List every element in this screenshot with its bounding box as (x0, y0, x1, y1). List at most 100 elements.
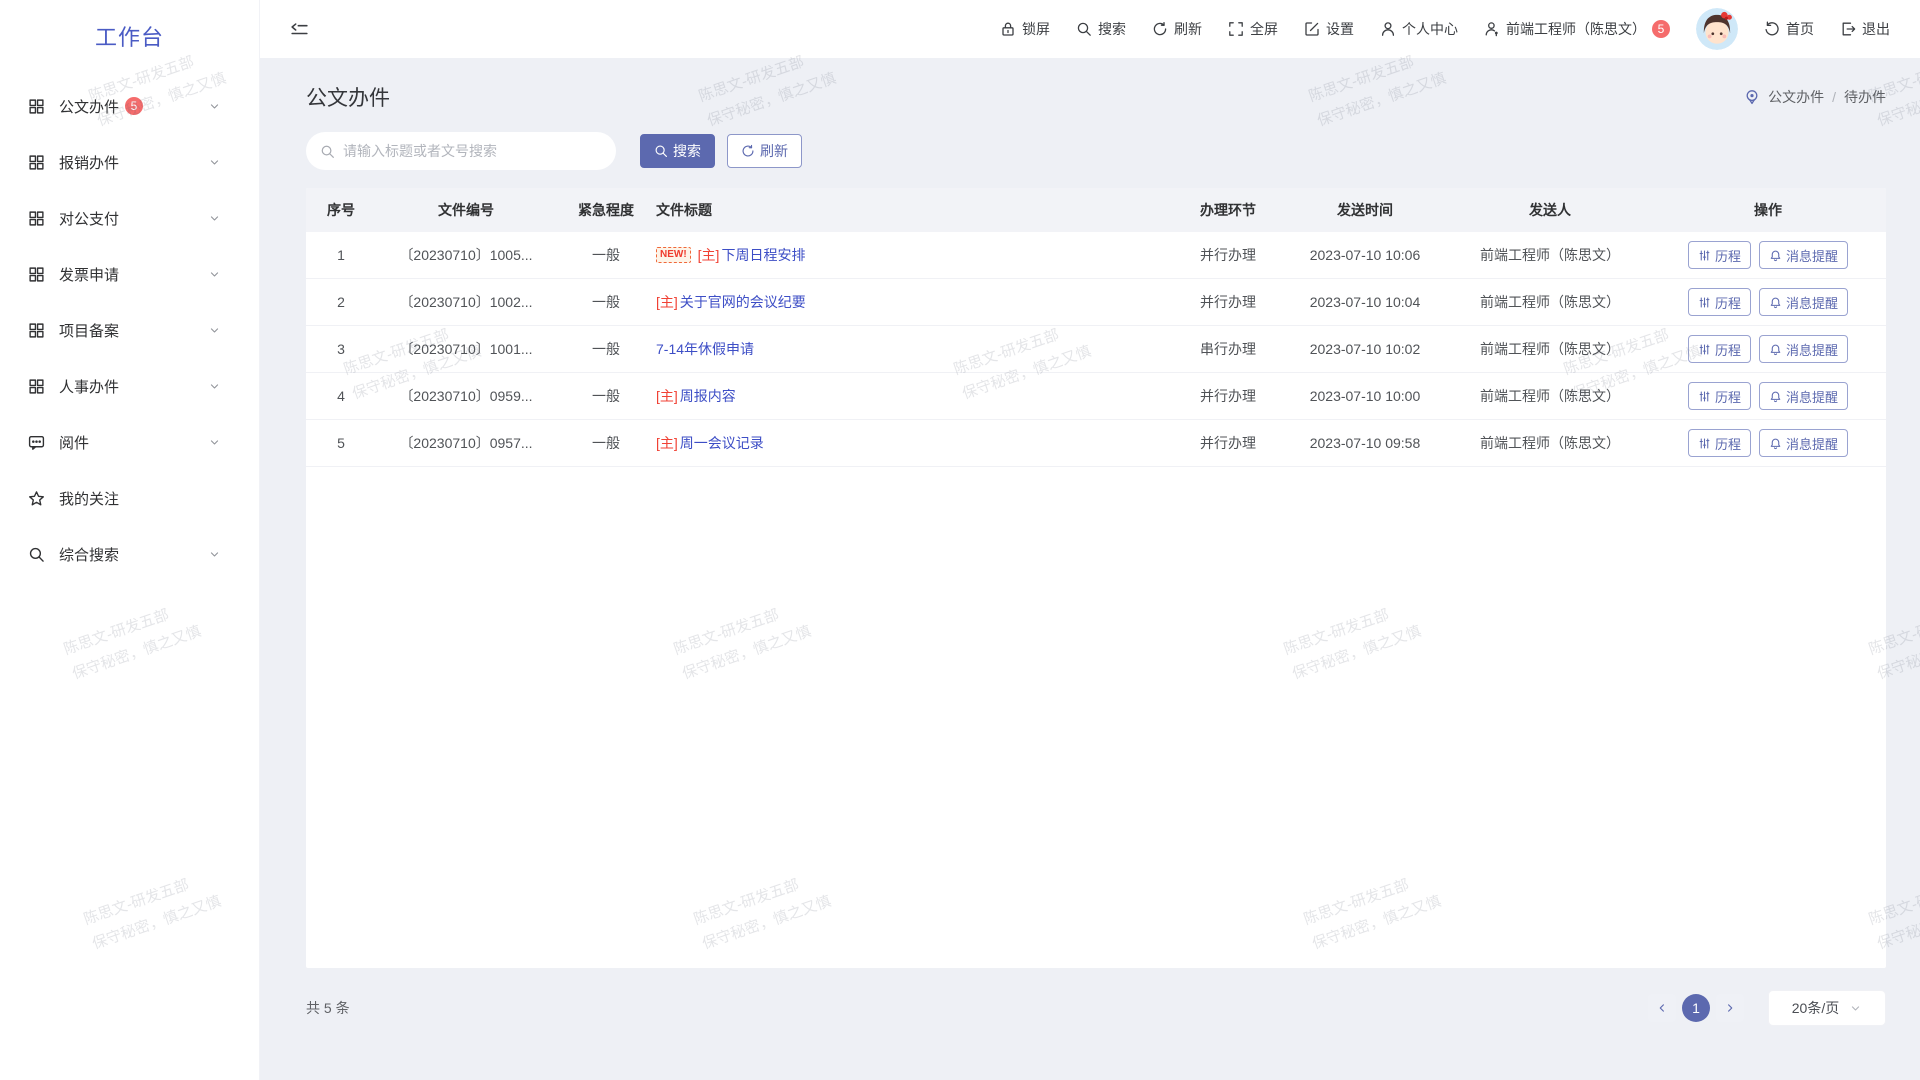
user-icon (1380, 21, 1396, 37)
refresh-button[interactable]: 刷新 (727, 134, 802, 168)
sidebar-collapse-icon[interactable] (290, 20, 309, 39)
topbar-item-logout[interactable]: 退出 (1840, 19, 1890, 39)
topbar-item-label: 搜索 (1098, 19, 1126, 39)
urgency-level: 一般 (556, 339, 656, 359)
topbar-item-lock-screen[interactable]: 锁屏 (1000, 19, 1050, 39)
topbar-item-label: 退出 (1862, 19, 1890, 39)
doc-title-link[interactable]: 关于官网的会议纪要 (680, 292, 806, 312)
topbar-item-current-user[interactable]: 前端工程师（陈思文）5 (1484, 19, 1670, 39)
topbar-item-search[interactable]: 搜索 (1076, 19, 1126, 39)
sidebar-item-reimburse[interactable]: 报销办件 (0, 134, 259, 190)
doc-title-link[interactable]: 周报内容 (680, 386, 736, 406)
message-icon (28, 434, 45, 451)
page-number[interactable]: 1 (1682, 994, 1710, 1022)
lock-icon (1000, 21, 1016, 37)
sidebar-item-project-register[interactable]: 项目备案 (0, 302, 259, 358)
button-label: 消息提醒 (1786, 434, 1838, 453)
topbar-item-refresh[interactable]: 刷新 (1152, 19, 1202, 39)
button-label: 消息提醒 (1786, 293, 1838, 312)
row-index: 1 (306, 247, 376, 263)
search-input[interactable] (343, 143, 602, 159)
doc-title-link[interactable]: 周一会议记录 (680, 433, 764, 453)
process-step: 并行办理 (1176, 433, 1280, 453)
history-button[interactable]: 历程 (1688, 429, 1751, 457)
pagination: 共 5 条 1 20条/页 (306, 990, 1886, 1026)
sidebar-item-read-items[interactable]: 阅件 (0, 414, 259, 470)
column-header: 文件标题 (656, 200, 1176, 220)
sidebar-item-label: 阅件 (59, 432, 89, 453)
refresh-icon (741, 144, 755, 158)
row-index: 5 (306, 435, 376, 451)
message-remind-button[interactable]: 消息提醒 (1759, 382, 1848, 410)
message-remind-button[interactable]: 消息提醒 (1759, 288, 1848, 316)
sidebar: 工作台 公文办件5报销办件对公支付发票申请项目备案人事办件阅件我的关注综合搜索 (0, 0, 260, 1080)
sidebar-item-global-search[interactable]: 综合搜索 (0, 526, 259, 582)
doc-title-cell: [主]周报内容 (656, 386, 1176, 406)
doc-number: 〔20230710〕1001... (376, 339, 556, 359)
button-label: 历程 (1715, 293, 1741, 312)
column-header: 发送时间 (1280, 200, 1450, 220)
sidebar-item-my-follow[interactable]: 我的关注 (0, 470, 259, 526)
topbar-item-home[interactable]: 首页 (1764, 19, 1814, 39)
send-time: 2023-07-10 10:02 (1280, 341, 1450, 357)
urgency-level: 一般 (556, 245, 656, 265)
grid-icon (28, 378, 45, 395)
bell-icon (1769, 249, 1782, 262)
grid-icon (28, 154, 45, 171)
main-content: 公文办件 公文办件 / 待办件 搜索 刷新 序号文件编号紧急程度文件标题办理环节… (260, 58, 1920, 1080)
message-remind-button[interactable]: 消息提醒 (1759, 429, 1848, 457)
doc-title-cell: NEW! [主]下周日程安排 (656, 245, 1176, 265)
topbar-item-settings[interactable]: 设置 (1304, 19, 1354, 39)
history-button[interactable]: 历程 (1688, 335, 1751, 363)
search-icon (28, 546, 45, 563)
sender: 前端工程师（陈思文） (1450, 245, 1650, 265)
urgency-level: 一般 (556, 292, 656, 312)
sidebar-item-label: 发票申请 (59, 264, 119, 285)
column-header: 序号 (306, 200, 376, 220)
history-button[interactable]: 历程 (1688, 241, 1751, 269)
search-button[interactable]: 搜索 (640, 134, 715, 168)
table-row: 3〔20230710〕1001...一般7-14年休假申请串行办理2023-07… (306, 326, 1886, 373)
breadcrumb-item-root[interactable]: 公文办件 (1768, 87, 1824, 107)
sidebar-menu: 公文办件5报销办件对公支付发票申请项目备案人事办件阅件我的关注综合搜索 (0, 72, 259, 582)
doc-title-prefix: [主] (698, 245, 720, 265)
process-step: 串行办理 (1176, 339, 1280, 359)
search-icon (320, 144, 335, 159)
send-time: 2023-07-10 10:00 (1280, 388, 1450, 404)
next-page-button[interactable] (1716, 994, 1744, 1022)
topbar: 锁屏 搜索 刷新 全屏 设置 个人中心 前端工程师（陈思文）5 首页 退出 (260, 0, 1920, 58)
history-button[interactable]: 历程 (1688, 382, 1751, 410)
urgency-level: 一般 (556, 386, 656, 406)
sidebar-item-hr-office[interactable]: 人事办件 (0, 358, 259, 414)
chevron-down-icon (208, 212, 221, 225)
table-header-row: 序号文件编号紧急程度文件标题办理环节发送时间发送人操作 (306, 188, 1886, 232)
new-tag: NEW! (656, 247, 691, 263)
chevron-down-icon (208, 548, 221, 561)
topbar-item-profile-center[interactable]: 个人中心 (1380, 19, 1458, 39)
doc-title-link[interactable]: 下周日程安排 (721, 245, 805, 265)
process-step: 并行办理 (1176, 292, 1280, 312)
topbar-item-label: 个人中心 (1402, 19, 1458, 39)
row-actions: 历程消息提醒 (1650, 382, 1886, 410)
sidebar-item-doc-office[interactable]: 公文办件5 (0, 78, 259, 134)
history-button[interactable]: 历程 (1688, 288, 1751, 316)
settings-icon (1304, 21, 1320, 37)
doc-title-link[interactable]: 7-14年休假申请 (656, 339, 754, 359)
search-icon (1076, 21, 1092, 37)
topbar-item-label: 全屏 (1250, 19, 1278, 39)
button-label: 历程 (1715, 340, 1741, 359)
button-label: 历程 (1715, 434, 1741, 453)
sidebar-item-invoice-apply[interactable]: 发票申请 (0, 246, 259, 302)
search-box (306, 132, 616, 170)
document-table: 序号文件编号紧急程度文件标题办理环节发送时间发送人操作 1 〔20230710〕1… (306, 188, 1886, 968)
prev-page-button[interactable] (1648, 994, 1676, 1022)
message-remind-button[interactable]: 消息提醒 (1759, 335, 1848, 363)
star-icon (28, 490, 45, 507)
fullscreen-icon (1228, 21, 1244, 37)
sender: 前端工程师（陈思文） (1450, 386, 1650, 406)
sidebar-item-corporate-pay[interactable]: 对公支付 (0, 190, 259, 246)
user-avatar[interactable] (1696, 8, 1738, 50)
page-size-select[interactable]: 20条/页 (1768, 990, 1886, 1026)
message-remind-button[interactable]: 消息提醒 (1759, 241, 1848, 269)
topbar-item-fullscreen[interactable]: 全屏 (1228, 19, 1278, 39)
